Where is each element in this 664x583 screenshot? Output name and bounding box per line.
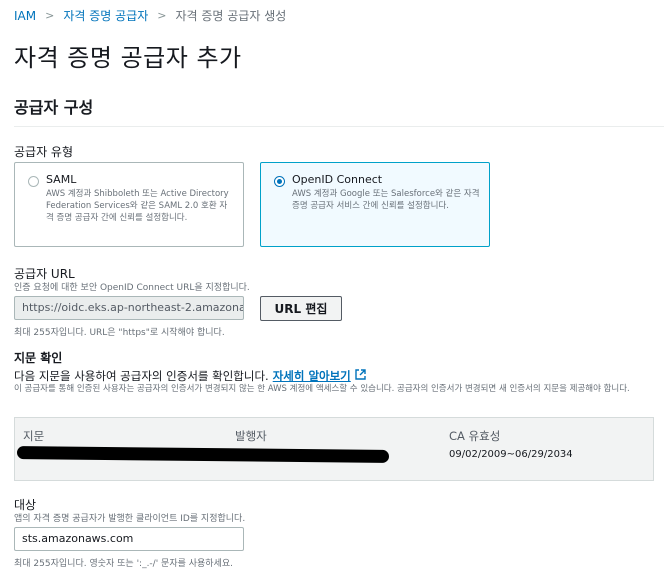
- page-title: 자격 증명 공급자 추가: [14, 44, 242, 72]
- provider-type-saml-tile[interactable]: SAML AWS 계정과 Shibboleth 또는 Active Direct…: [14, 162, 244, 247]
- saml-radio[interactable]: [28, 176, 39, 187]
- saml-title: SAML: [46, 173, 77, 186]
- column-header-issuer: 발행자: [235, 429, 267, 443]
- oidc-title: OpenID Connect: [292, 173, 383, 186]
- certificate-table: 지문 발행자 CA 유효성 09/02/2009~06/29/2034: [14, 417, 654, 481]
- column-header-ca-validity: CA 유효성: [449, 429, 501, 443]
- section-divider: [14, 126, 664, 127]
- thumbprint-text-row: 다음 지문을 사용하여 공급자의 인증서를 확인합니다. 자세히 알아보기: [14, 368, 366, 384]
- edit-url-button[interactable]: URL 편집: [260, 296, 342, 321]
- breadcrumb-identity-providers-link[interactable]: 자격 증명 공급자: [63, 7, 148, 24]
- chevron-right-icon: >: [157, 9, 167, 22]
- provider-url-description: 인증 요청에 대한 보안 OpenID Connect URL을 지정합니다.: [14, 283, 250, 293]
- ca-validity-value: 09/02/2009~06/29/2034: [449, 449, 573, 460]
- redacted-thumbprint-and-issuer: [16, 446, 390, 463]
- breadcrumb: IAM > 자격 증명 공급자 > 자격 증명 공급자 생성: [14, 7, 286, 24]
- thumbprint-description: 이 공급자를 통해 인증된 사용자는 공급자의 인증서가 변경되지 않는 한 A…: [14, 384, 630, 394]
- oidc-radio[interactable]: [274, 176, 285, 187]
- external-link-icon[interactable]: [355, 369, 366, 383]
- section-title-provider-config: 공급자 구성: [14, 98, 94, 117]
- provider-url-hint: 최대 255자입니다. URL은 "https"로 시작해야 합니다.: [14, 328, 225, 338]
- audience-description: 앱의 자격 증명 공급자가 발행한 클라이언트 ID를 지정합니다.: [14, 514, 246, 524]
- provider-type-oidc-tile[interactable]: OpenID Connect AWS 계정과 Google 또는 Salesfo…: [260, 162, 490, 247]
- breadcrumb-iam-link[interactable]: IAM: [14, 9, 36, 23]
- chevron-right-icon: >: [45, 9, 55, 22]
- saml-description: AWS 계정과 Shibboleth 또는 Active Directory F…: [46, 189, 229, 223]
- provider-url-input[interactable]: https://oidc.eks.ap-northeast-2.amazonaw…: [14, 296, 244, 320]
- oidc-description: AWS 계정과 Google 또는 Salesforce와 같은 자격 증명 공…: [292, 189, 480, 211]
- provider-type-label: 공급자 유형: [14, 145, 74, 159]
- thumbprint-text: 다음 지문을 사용하여 공급자의 인증서를 확인합니다.: [14, 369, 269, 383]
- audience-input[interactable]: sts.amazonaws.com: [14, 527, 244, 551]
- audience-hint: 최대 255자입니다. 영숫자 또는 ':_.-/' 문자를 사용하세요.: [14, 559, 234, 569]
- learn-more-link[interactable]: 자세히 알아보기: [273, 368, 351, 384]
- thumbprint-title: 지문 확인: [14, 351, 63, 365]
- breadcrumb-current: 자격 증명 공급자 생성: [175, 9, 287, 23]
- column-header-thumbprint: 지문: [23, 429, 45, 443]
